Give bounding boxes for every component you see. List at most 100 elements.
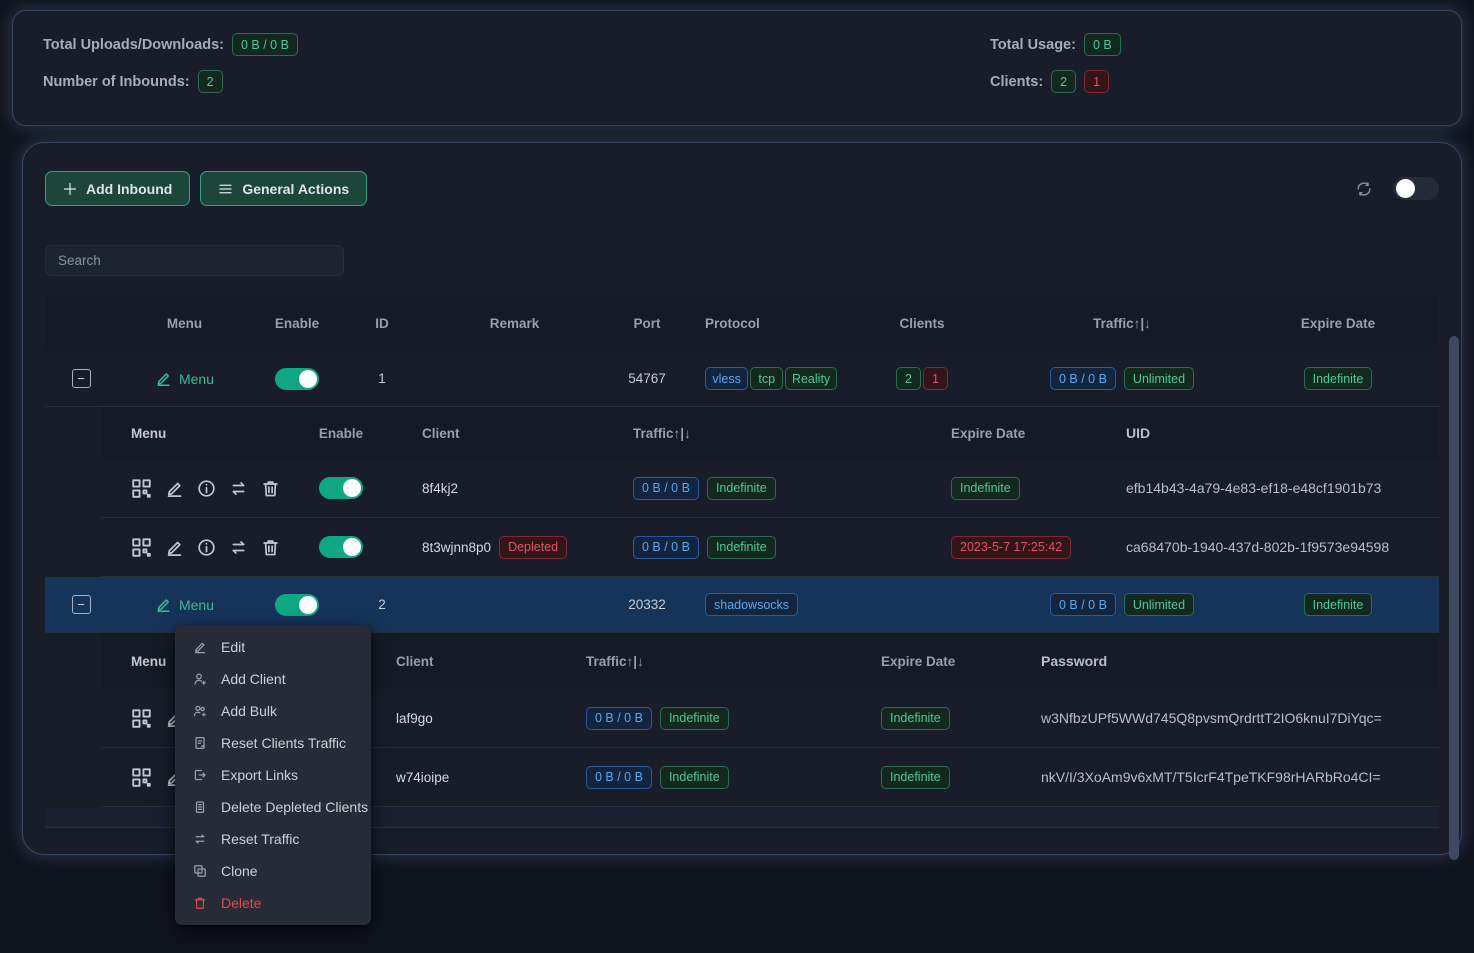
protocol-badge: vless <box>705 367 748 390</box>
client-traffic-badge: 0 B / 0 B <box>586 707 652 730</box>
header-protocol: Protocol <box>687 316 837 331</box>
inbound-row-1[interactable]: − Menu 1 54767 vless tcp Reality 2 1 0 <box>45 351 1439 407</box>
sub-header-client: Client <box>391 426 581 441</box>
client-expire-badge: Indefinite <box>881 766 950 789</box>
inbound-port: 54767 <box>607 371 687 386</box>
toggle-knob <box>299 370 317 388</box>
menu-item-label: Delete Depleted Clients <box>221 799 368 815</box>
menu-item-edit[interactable]: Edit <box>175 631 371 663</box>
inbound-menu-button[interactable]: Menu <box>155 596 214 613</box>
depleted-badge: Depleted <box>499 536 567 559</box>
edit-pencil-icon <box>155 370 172 387</box>
header-port: Port <box>607 316 687 331</box>
inbound-port: 20332 <box>607 597 687 612</box>
inbound-enable-toggle[interactable] <box>275 594 319 616</box>
client-enable-toggle[interactable] <box>319 536 363 558</box>
inbound-id: 2 <box>342 597 422 612</box>
client-name: w74ioipe <box>396 770 449 785</box>
inbound-menu-button[interactable]: Menu <box>155 370 214 387</box>
menu-item-label: Clone <box>221 863 258 879</box>
refresh-icon[interactable] <box>1355 180 1373 198</box>
info-icon[interactable] <box>197 479 216 498</box>
theme-toggle[interactable] <box>1393 177 1439 200</box>
client-expire-badge: Indefinite <box>881 707 950 730</box>
client-name: laf9go <box>396 711 433 726</box>
clients-active-count: 2 <box>1051 70 1076 93</box>
expire-badge: Indefinite <box>1304 593 1373 616</box>
clients-depleted-count: 1 <box>1084 70 1109 93</box>
clone-icon <box>193 864 207 878</box>
menu-item-reset-clients-traffic[interactable]: Reset Clients Traffic <box>175 727 371 759</box>
total-uploads-downloads-value: 0 B / 0 B <box>232 33 298 56</box>
header-expire-date[interactable]: Expire Date <box>1237 316 1439 331</box>
inbound-menu-label: Menu <box>179 371 214 387</box>
menu-item-label: Reset Clients Traffic <box>221 735 346 751</box>
client-password: w3NfbzUPf5WWd745Q8pvsmQrdrttT2IO6knuI7Di… <box>1031 710 1439 726</box>
clients-active-badge: 2 <box>896 367 921 390</box>
reset-client-traffic-icon[interactable] <box>229 538 248 557</box>
toolbar: Add Inbound General Actions <box>45 171 1439 206</box>
users-add-icon <box>193 704 207 718</box>
toggle-knob <box>299 596 317 614</box>
client-enable-toggle[interactable] <box>319 477 363 499</box>
info-icon[interactable] <box>197 538 216 557</box>
menu-item-delete[interactable]: Delete <box>175 887 371 919</box>
header-clients[interactable]: Clients <box>837 316 1007 331</box>
clients-table-header: Menu Enable Client Traffic↑|↓ Expire Dat… <box>101 407 1439 459</box>
traffic-badge: 0 B / 0 B <box>1050 593 1116 616</box>
menu-item-label: Reset Traffic <box>221 831 299 847</box>
client-name: 8f4kj2 <box>422 481 458 496</box>
reset-client-traffic-icon[interactable] <box>229 479 248 498</box>
qr-code-icon[interactable] <box>131 537 152 558</box>
client-traffic-total-badge: Indefinite <box>707 477 776 500</box>
menu-item-reset-traffic[interactable]: Reset Traffic <box>175 823 371 855</box>
reset-traffic-icon <box>193 832 207 846</box>
plus-icon <box>63 182 77 196</box>
add-inbound-button[interactable]: Add Inbound <box>45 171 190 206</box>
sub-header-password: Password <box>1031 653 1439 669</box>
inbounds-table-header: Menu Enable ID Remark Port Protocol Clie… <box>45 295 1439 351</box>
header-id: ID <box>342 316 422 331</box>
delete-client-icon[interactable] <box>261 538 280 557</box>
traffic-total-badge: Unlimited <box>1124 593 1194 616</box>
qr-code-icon[interactable] <box>131 478 152 499</box>
sub-header-expire[interactable]: Expire Date <box>891 426 1111 441</box>
general-actions-button[interactable]: General Actions <box>200 171 367 206</box>
network-badge: tcp <box>750 367 783 390</box>
clients-depleted-badge: 1 <box>923 367 948 390</box>
inbound-id: 1 <box>342 371 422 386</box>
menu-item-export-links[interactable]: Export Links <box>175 759 371 791</box>
stat-total-usage: Total Usage: 0 B <box>990 33 1431 56</box>
stats-right-column: Total Usage: 0 B Clients: 2 1 <box>737 33 1431 103</box>
qr-code-icon[interactable] <box>131 767 152 788</box>
total-usage-value: 0 B <box>1084 33 1121 56</box>
client-traffic-badge: 0 B / 0 B <box>633 477 699 500</box>
client-expire-badge: Indefinite <box>951 477 1020 500</box>
qr-code-icon[interactable] <box>131 708 152 729</box>
header-traffic-sort[interactable]: Traffic↑|↓ <box>1007 316 1237 331</box>
collapse-row-button[interactable]: − <box>72 595 91 614</box>
header-enable: Enable <box>252 316 342 331</box>
collapse-row-button[interactable]: − <box>72 369 91 388</box>
search-input[interactable] <box>45 245 344 276</box>
scrollbar-thumb[interactable] <box>1449 336 1459 860</box>
menu-item-add-client[interactable]: Add Client <box>175 663 371 695</box>
menu-item-label: Edit <box>221 639 245 655</box>
edit-client-icon[interactable] <box>165 538 184 557</box>
clients-label: Clients: <box>990 74 1043 90</box>
inbound-1-clients-table: Menu Enable Client Traffic↑|↓ Expire Dat… <box>101 407 1439 577</box>
user-add-icon <box>193 672 207 686</box>
header-menu: Menu <box>117 316 252 331</box>
sub-header-traffic[interactable]: Traffic↑|↓ <box>581 426 891 441</box>
menu-item-delete-depleted-clients[interactable]: Delete Depleted Clients <box>175 791 371 823</box>
menu-item-add-bulk[interactable]: Add Bulk <box>175 695 371 727</box>
menu-item-label: Add Bulk <box>221 703 277 719</box>
inbound-enable-toggle[interactable] <box>275 368 319 390</box>
stat-total-uploads-downloads: Total Uploads/Downloads: 0 B / 0 B <box>43 33 737 56</box>
client-row: 8f4kj2 0 B / 0 B Indefinite Indefinite e… <box>101 459 1439 518</box>
delete-client-icon[interactable] <box>261 479 280 498</box>
menu-item-clone[interactable]: Clone <box>175 855 371 887</box>
sub-header-expire[interactable]: Expire Date <box>861 654 1031 669</box>
sub-header-traffic[interactable]: Traffic↑|↓ <box>571 654 861 669</box>
edit-client-icon[interactable] <box>165 479 184 498</box>
